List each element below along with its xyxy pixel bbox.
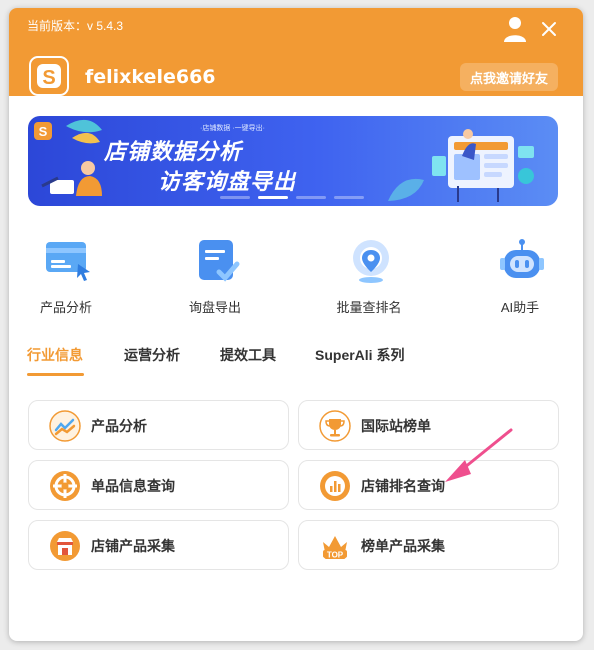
svg-text:S: S (39, 124, 48, 139)
invite-friends-button[interactable]: 点我邀请好友 (460, 63, 558, 91)
username: felixkele666 (85, 66, 216, 88)
tab-operations-analysis[interactable]: 运营分析 (124, 345, 180, 365)
feature-ranking-product-scrape[interactable]: TOP 榜单产品采集 (298, 520, 559, 570)
carousel-dot[interactable] (220, 196, 250, 199)
banner-subtitle: ·店铺数据 ·一键导出· (200, 125, 265, 132)
version-label: 当前版本：v 5.4.3 (27, 19, 124, 33)
inquiry-export-icon (199, 240, 240, 282)
feature-label: 店铺排名查询 (361, 478, 445, 494)
quick-tools: 产品分析 询盘导出 批量查排名 AI助手 (9, 234, 583, 315)
feature-label: 榜单产品采集 (361, 538, 445, 554)
pink-annotation-arrow-icon (445, 428, 513, 482)
trophy-icon (319, 410, 351, 442)
tool-inquiry-export[interactable]: 询盘导出 (160, 234, 270, 315)
svg-text:S: S (42, 67, 55, 89)
tool-label: 产品分析 (39, 300, 92, 315)
tab-efficiency-tools[interactable]: 提效工具 (220, 345, 276, 365)
tab-industry-info[interactable]: 行业信息 (27, 345, 83, 365)
promo-banner[interactable]: S ·店铺数据 ·一键导出· 店铺数据分析 访客询盘导出 (28, 116, 558, 206)
user-icon[interactable] (503, 16, 527, 42)
trend-chart-icon (49, 410, 81, 442)
feature-label: 产品分析 (91, 418, 147, 434)
banner-title-line1: 店铺数据分析 (104, 139, 243, 164)
carousel-dot[interactable] (296, 196, 326, 199)
feature-label: 店铺产品采集 (91, 538, 175, 554)
svg-text:TOP: TOP (327, 551, 344, 560)
ai-robot-icon (500, 239, 544, 278)
close-icon[interactable] (540, 20, 558, 38)
header: 当前版本：v 5.4.3 S felixkele666 点我邀请好友 (9, 8, 583, 96)
batch-rank-icon (353, 240, 389, 283)
feature-label: 国际站榜单 (361, 418, 431, 434)
tool-product-analysis[interactable]: 产品分析 (11, 234, 121, 315)
active-tab-indicator (27, 373, 84, 376)
tool-label: 批量查排名 (336, 300, 402, 315)
tool-label: 询盘导出 (188, 300, 241, 315)
carousel-dots (220, 196, 364, 199)
banner-title-line2: 访客询盘导出 (158, 169, 297, 194)
carousel-dot[interactable] (334, 196, 364, 199)
tab-superali-series[interactable]: SuperAli 系列 (315, 345, 404, 365)
logo-s-icon: S (37, 64, 61, 89)
tool-ai-assistant[interactable]: AI助手 (465, 234, 575, 315)
bar-chart-icon (320, 471, 350, 501)
tool-label: AI助手 (500, 300, 540, 315)
app-logo: S (29, 56, 69, 96)
carousel-dot-active[interactable] (258, 196, 288, 199)
category-tabs: 行业信息 运营分析 提效工具 SuperAli 系列 (9, 345, 583, 376)
top-crown-icon: TOP (323, 536, 347, 560)
store-icon (50, 531, 80, 561)
tool-batch-rank[interactable]: 批量查排名 (314, 234, 424, 315)
feature-label: 单品信息查询 (91, 478, 175, 494)
crosshair-icon (50, 471, 80, 501)
feature-single-product-lookup[interactable]: 单品信息查询 (28, 460, 289, 510)
feature-product-analysis[interactable]: 产品分析 (28, 400, 289, 450)
plugin-window: 当前版本：v 5.4.3 S felixkele666 点我邀请好友 S ·店铺… (9, 8, 583, 641)
product-analysis-icon (46, 242, 90, 281)
feature-store-product-scrape[interactable]: 店铺产品采集 (28, 520, 289, 570)
